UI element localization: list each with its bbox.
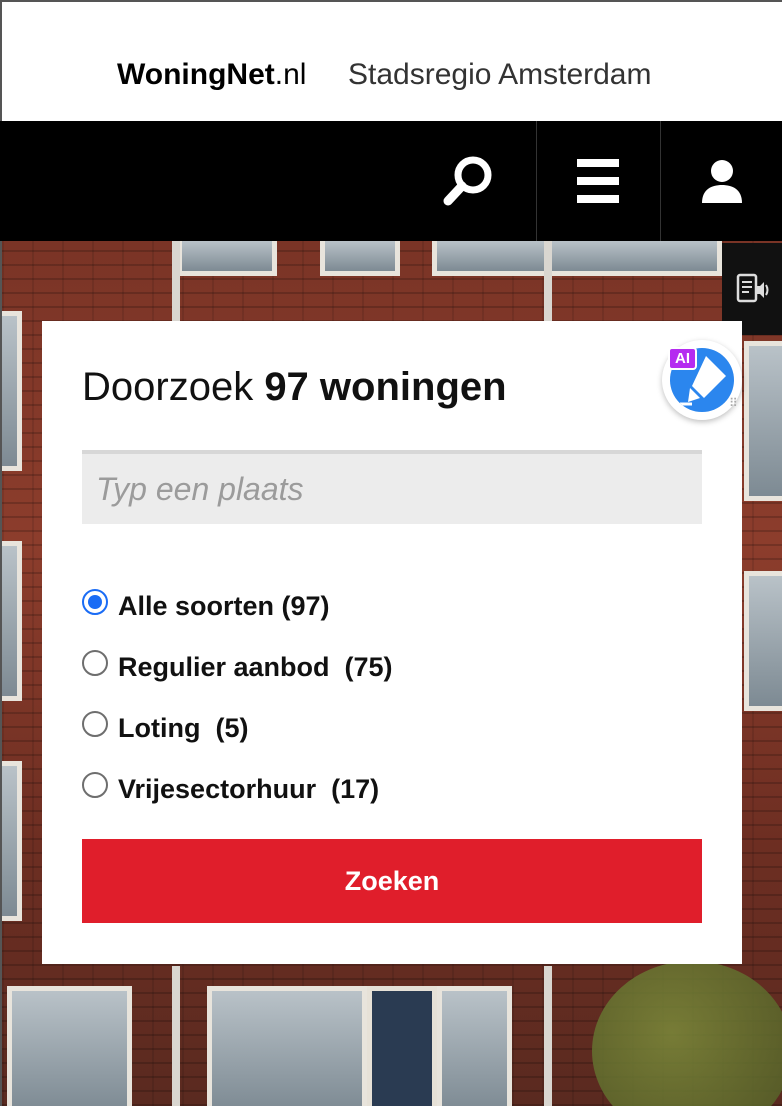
building-window xyxy=(177,241,277,276)
building-window xyxy=(2,541,22,701)
building-window xyxy=(320,241,400,276)
radio-alle-soorten[interactable] xyxy=(82,588,108,615)
building-window xyxy=(2,761,22,921)
title-lead: Doorzoek xyxy=(82,365,265,409)
drag-handle-icon[interactable]: ⠿ xyxy=(729,397,738,409)
building-window xyxy=(2,311,22,471)
drain-pipe xyxy=(544,241,552,321)
menu-button[interactable] xyxy=(536,121,658,241)
drain-pipe xyxy=(172,966,180,1106)
place-search-input[interactable] xyxy=(82,450,702,524)
read-aloud-icon xyxy=(736,273,769,303)
building-window xyxy=(744,571,782,711)
search-submit-button[interactable]: Zoeken xyxy=(82,839,702,923)
account-button[interactable] xyxy=(660,121,782,241)
region-name: Stadsregio Amsterdam xyxy=(348,58,652,91)
search-card: Doorzoek 97 woningen Alle soorten (97) R… xyxy=(42,321,742,964)
option-vrijesectorhuur[interactable]: Vrijesectorhuur (17) xyxy=(82,759,702,820)
building-door xyxy=(367,986,437,1106)
drain-pipe xyxy=(544,966,552,1106)
option-label: Alle soorten (97) xyxy=(118,591,330,621)
menu-icon xyxy=(576,159,619,203)
building-window xyxy=(432,241,722,276)
option-label: Vrijesectorhuur (17) xyxy=(118,774,380,804)
radio-vrijesectorhuur[interactable] xyxy=(82,771,108,798)
option-label: Loting (5) xyxy=(118,713,249,743)
site-header: WoningNet.nl Stadsregio Amsterdam xyxy=(0,0,782,121)
user-icon xyxy=(701,160,742,203)
brand-suffix: .nl xyxy=(274,58,307,91)
radio-loting[interactable] xyxy=(82,710,108,737)
building-window xyxy=(7,986,132,1106)
search-button[interactable] xyxy=(404,121,534,241)
option-regulier-aanbod[interactable]: Regulier aanbod (75) xyxy=(82,637,702,698)
building-window xyxy=(437,986,512,1106)
main-navbar xyxy=(0,121,782,241)
brand-name: WoningNet xyxy=(117,58,275,91)
ai-badge: AI xyxy=(668,347,697,370)
site-logo[interactable]: WoningNet.nl xyxy=(117,58,306,92)
tree xyxy=(592,961,782,1106)
option-loting[interactable]: Loting (5) xyxy=(82,698,702,759)
search-icon xyxy=(443,156,492,206)
option-alle-soorten[interactable]: Alle soorten (97) xyxy=(82,576,702,637)
search-card-title: Doorzoek 97 woningen xyxy=(82,365,507,410)
radio-regulier-aanbod[interactable] xyxy=(82,649,108,676)
title-count: 97 woningen xyxy=(264,365,507,409)
building-window xyxy=(744,341,782,501)
building-window xyxy=(207,986,367,1106)
option-label: Regulier aanbod (75) xyxy=(118,652,393,682)
drain-pipe xyxy=(172,241,180,321)
housing-type-options: Alle soorten (97) Regulier aanbod (75) L… xyxy=(82,576,702,820)
